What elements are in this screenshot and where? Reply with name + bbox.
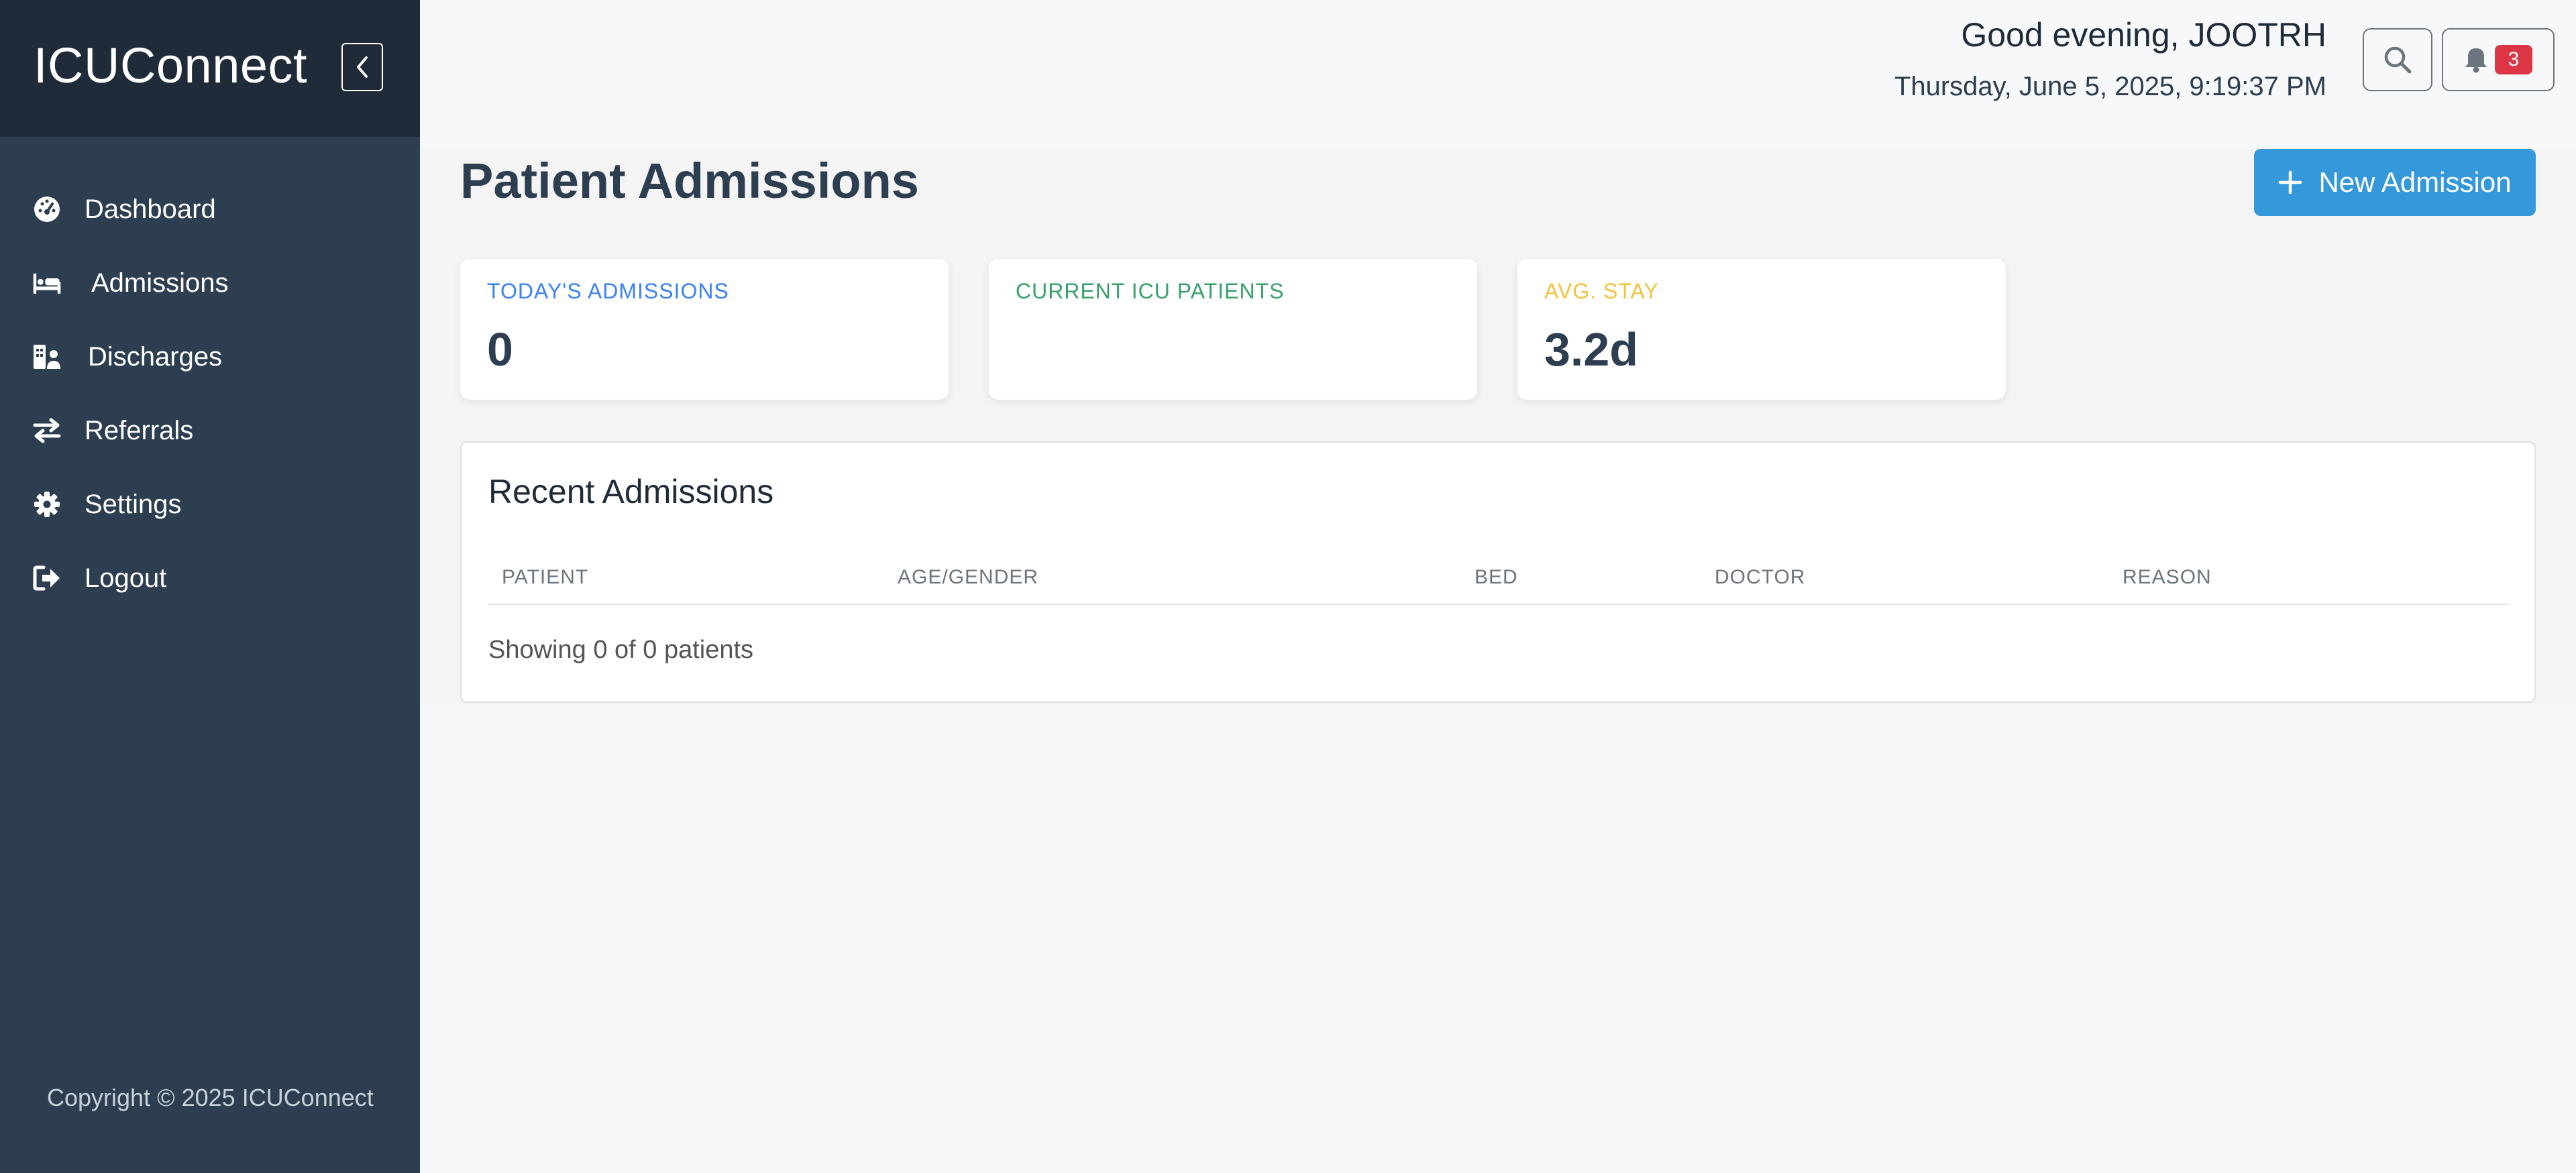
- sidebar-item-dashboard[interactable]: Dashboard: [0, 172, 420, 245]
- top-bar: Good evening, JOOTRH Thursday, June 5, 2…: [420, 0, 2576, 148]
- pagination-info: Showing 0 of 0 patients: [488, 636, 754, 664]
- notification-count-badge: 3: [2495, 45, 2532, 74]
- current-datetime: Thursday, June 5, 2025, 9:19:37 PM: [1894, 72, 2326, 101]
- sidebar-item-label: Dashboard: [85, 194, 216, 224]
- stat-label: TODAY'S ADMISSIONS: [487, 279, 729, 303]
- sidebar-item-label: Admissions: [91, 268, 229, 298]
- sidebar: ICUConnect Dashboard Admissions Discharg…: [0, 0, 420, 1173]
- sidebar-item-logout[interactable]: Logout: [0, 541, 420, 614]
- sidebar-item-label: Referrals: [85, 416, 194, 445]
- stat-label: AVG. STAY: [1544, 279, 1659, 303]
- copyright-text: Copyright © 2025 ICUConnect: [47, 1084, 374, 1111]
- sidebar-header: ICUConnect: [0, 0, 420, 137]
- bell-icon: [2465, 48, 2487, 73]
- discharge-icon: [32, 343, 62, 370]
- gear-icon: [32, 491, 62, 518]
- sidebar-item-label: Discharges: [88, 342, 223, 372]
- sidebar-item-settings[interactable]: Settings: [0, 467, 420, 541]
- collapse-sidebar-button[interactable]: [341, 43, 383, 91]
- bed-icon: [32, 270, 62, 296]
- sidebar-item-referrals[interactable]: Referrals: [0, 393, 420, 467]
- stat-card-current-icu-patients: CURRENT ICU PATIENTS: [989, 259, 1477, 400]
- column-header-doctor[interactable]: DOCTOR: [1715, 566, 1805, 589]
- search-button[interactable]: [2363, 28, 2432, 91]
- new-admission-label: New Admission: [2318, 166, 2512, 198]
- plus-icon: [2279, 170, 2302, 194]
- notifications-button[interactable]: 3: [2442, 28, 2555, 91]
- table-title: Recent Admissions: [488, 473, 774, 510]
- exchange-icon: [32, 417, 62, 444]
- main-content: Patient Admissions New Admission TODAY'S…: [420, 148, 2576, 704]
- sidebar-item-admissions[interactable]: Admissions: [0, 245, 420, 319]
- column-header-patient[interactable]: PATIENT: [502, 566, 588, 589]
- dashboard-icon: [32, 196, 62, 223]
- column-header-bed[interactable]: BED: [1474, 566, 1518, 589]
- search-icon: [2384, 46, 2412, 74]
- logout-icon: [32, 565, 62, 592]
- stat-label: CURRENT ICU PATIENTS: [1016, 279, 1285, 303]
- stat-card-todays-admissions: TODAY'S ADMISSIONS 0: [460, 259, 949, 400]
- sidebar-item-discharges[interactable]: Discharges: [0, 319, 420, 393]
- greeting-text: Good evening, JOOTRH: [1961, 16, 2326, 54]
- stat-card-avg-stay: AVG. STAY 3.2d: [1517, 259, 2006, 400]
- page-title: Patient Admissions: [460, 153, 919, 209]
- column-header-reason[interactable]: REASON: [2123, 566, 2212, 589]
- app-title[interactable]: ICUConnect: [34, 32, 307, 99]
- stat-value: 0: [487, 323, 513, 376]
- new-admission-button[interactable]: New Admission: [2254, 149, 2536, 216]
- table-header-row: PATIENT AGE/GENDER BED DOCTOR REASON: [488, 550, 2509, 605]
- stat-value: 3.2d: [1544, 323, 1639, 376]
- chevron-left-icon: [357, 56, 368, 78]
- sidebar-item-label: Settings: [85, 490, 182, 519]
- recent-admissions-card: Recent Admissions PATIENT AGE/GENDER BED…: [460, 441, 2536, 703]
- column-header-age-gender[interactable]: AGE/GENDER: [898, 566, 1038, 589]
- sidebar-item-label: Logout: [85, 563, 167, 593]
